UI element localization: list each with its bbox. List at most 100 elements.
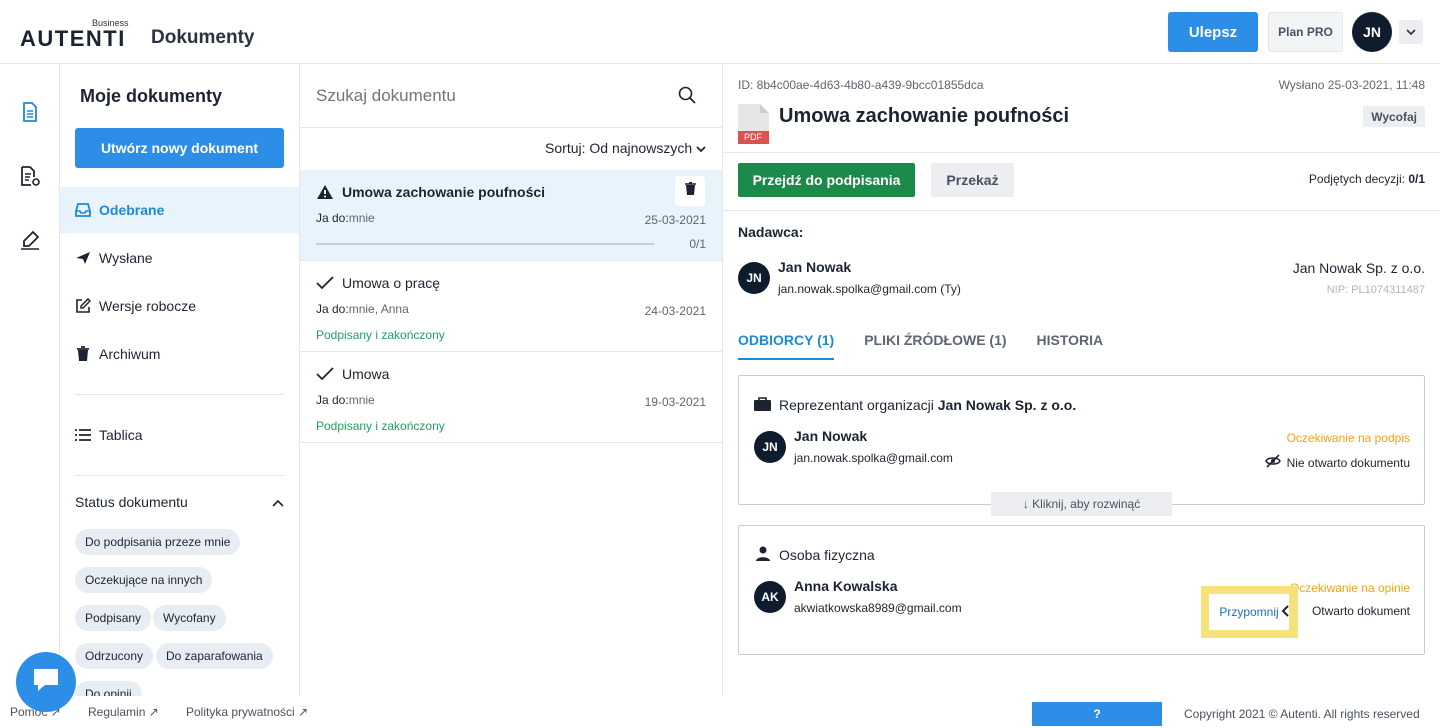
recipients: Ja do:mnie — [316, 393, 375, 407]
forward-button[interactable]: Przekaż — [931, 163, 1014, 197]
list-item[interactable]: Umowa zachowanie poufności Ja do:mnie 25… — [300, 170, 722, 261]
documents-icon[interactable] — [18, 100, 42, 124]
status-chip[interactable]: Do zaparafowania — [156, 643, 273, 669]
plan-button[interactable]: Plan PRO — [1268, 12, 1343, 52]
signature-icon[interactable] — [18, 228, 42, 252]
top-bar: Business AUTENTI Dokumenty Ulepsz Plan P… — [0, 0, 1440, 64]
remind-button[interactable]: Przypomnij — [1209, 594, 1289, 630]
sidebar-item-label: Wysłane — [99, 250, 153, 266]
chat-button[interactable] — [16, 652, 76, 712]
status-chip[interactable]: Wycofany — [153, 605, 226, 631]
search-bar — [300, 64, 723, 128]
expand-button[interactable]: ↓ Kliknij, aby rozwinąć — [991, 492, 1172, 516]
document-date: 19-03-2021 — [644, 395, 706, 409]
status-section-header[interactable]: Status dokumentu — [75, 494, 284, 510]
status-chip[interactable]: Oczekujące na innych — [75, 567, 213, 593]
recipient-card-organization: Reprezentant organizacji Jan Nowak Sp. z… — [738, 375, 1425, 505]
trash-icon — [684, 181, 696, 200]
copyright: Copyright 2021 © Autenti. All rights res… — [1184, 707, 1420, 721]
delete-button[interactable] — [675, 176, 705, 206]
tab-odbiorcy[interactable]: ODBIORCY (1) — [738, 332, 835, 360]
divider — [75, 394, 284, 395]
search-input[interactable] — [316, 80, 666, 112]
avatar: AK — [754, 581, 786, 613]
document-open-state: Nie otwarto dokumentu — [1264, 454, 1410, 471]
templates-icon[interactable] — [18, 164, 42, 188]
to-label: Ja do: — [316, 211, 349, 225]
sent-date: Wysłano 25-03-2021, 11:48 — [1278, 78, 1425, 92]
footer-link-terms[interactable]: Regulamin ↗ — [88, 705, 159, 719]
brand-wordmark: AUTENTI — [20, 26, 126, 51]
decisions-label: Podjętych decyzji: — [1308, 172, 1409, 186]
sidebar-item-label: Wersje robocze — [99, 298, 197, 314]
recipient-email: akwiatkowska8989@gmail.com — [794, 601, 962, 615]
document-list-panel: Sortuj: Od najnowszych Umowa zachowanie … — [300, 64, 723, 696]
search-icon[interactable] — [678, 86, 696, 109]
help-button[interactable]: ? — [1032, 702, 1162, 726]
open-state-text: Nie otwarto dokumentu — [1286, 455, 1410, 470]
sidebar-item-wersje-robocze[interactable]: Wersje robocze — [60, 283, 299, 329]
eye-off-icon — [1264, 454, 1281, 471]
recipients: Ja do:mnie, Anna — [316, 302, 409, 316]
avatar: JN — [738, 262, 770, 294]
inbox-icon — [75, 202, 91, 218]
footer-link-privacy[interactable]: Polityka prywatności ↗ — [186, 705, 308, 719]
sender-label: Nadawca: — [738, 224, 804, 240]
decisions-value: 0/1 — [1408, 172, 1425, 186]
sidebar-item-odebrane[interactable]: Odebrane — [60, 187, 299, 233]
tab-historia[interactable]: HISTORIA — [1037, 332, 1104, 360]
user-avatar[interactable]: JN — [1352, 12, 1392, 52]
status-chip[interactable]: Odrzucony — [75, 643, 154, 669]
divider — [723, 152, 1440, 153]
progress-bar — [316, 243, 654, 245]
document-status: Podpisany i zakończony — [316, 328, 445, 342]
divider — [75, 475, 284, 476]
sender-name: Jan Nowak — [778, 259, 852, 275]
go-to-sign-button[interactable]: Przejdź do podpisania — [738, 163, 915, 197]
list-item[interactable]: Umowa Ja do:mnie 19-03-2021 Podpisany i … — [300, 352, 722, 443]
org-card-org: Jan Nowak Sp. z o.o. — [937, 397, 1077, 413]
divider — [723, 210, 1440, 211]
to-value: mnie — [348, 211, 375, 225]
footer-link-label: Regulamin — [88, 705, 146, 719]
document-status: Podpisany i zakończony — [316, 419, 445, 433]
status-chip[interactable]: Do opinii — [75, 681, 142, 696]
decisions-count: Podjętych decyzji: 0/1 — [1309, 172, 1425, 186]
recipient-name: Jan Nowak — [794, 428, 868, 444]
detail-tabs: ODBIORCY (1) PLIKI ŹRÓDŁOWE (1) HISTORIA — [738, 332, 1103, 360]
person-icon — [756, 546, 770, 566]
revoke-button[interactable]: Wycofaj — [1363, 106, 1425, 127]
trash-icon — [75, 346, 91, 362]
sidebar-item-tablica[interactable]: Tablica — [60, 412, 299, 458]
sidebar-item-wyslane[interactable]: Wysłane — [60, 235, 299, 281]
check-icon — [316, 367, 334, 386]
status-chip[interactable]: Do podpisania przeze mnie — [75, 529, 241, 555]
recipient-status: Oczekiwanie na podpis — [1286, 431, 1410, 445]
chat-icon — [31, 666, 61, 699]
recipients: Ja do:mnie — [316, 211, 375, 225]
upgrade-button[interactable]: Ulepsz — [1168, 12, 1258, 52]
chevron-up-icon[interactable] — [272, 494, 284, 510]
edit-icon — [75, 298, 91, 314]
avatar: JN — [754, 431, 786, 463]
external-link-icon: ↗ — [298, 705, 309, 719]
sidebar-item-archiwum[interactable]: Archiwum — [60, 331, 299, 377]
list-item[interactable]: Umowa o pracę Ja do:mnie, Anna 24-03-202… — [300, 261, 722, 352]
sender-email: jan.nowak.spolka@gmail.com (Ty) — [778, 282, 961, 296]
sidebar-title: Moje dokumenty — [80, 86, 223, 106]
status-chip[interactable]: Podpisany — [75, 605, 152, 631]
status-title: Status dokumentu — [75, 494, 188, 510]
org-card-prefix: Reprezentant organizacji — [779, 397, 938, 413]
external-link-icon: ↗ — [148, 705, 159, 719]
chevron-down-icon[interactable] — [1399, 20, 1423, 44]
footer: Pomoc ↗ Regulamin ↗ Polityka prywatności… — [0, 696, 1440, 728]
tab-pliki-zrodlowe[interactable]: PLIKI ŹRÓDŁOWE (1) — [864, 332, 1006, 360]
app-title: Dokumenty — [151, 27, 255, 48]
briefcase-icon — [754, 397, 771, 416]
sort-dropdown[interactable]: Sortuj: Od najnowszych — [545, 140, 706, 156]
document-title: Umowa zachowanie poufności — [342, 184, 546, 200]
create-document-button[interactable]: Utwórz nowy dokument — [75, 128, 284, 168]
org-card-title: Reprezentant organizacji Jan Nowak Sp. z… — [779, 397, 1076, 413]
sidebar-item-label: Archiwum — [99, 346, 161, 362]
recipient-status: Oczekiwanie na opinie — [1289, 581, 1410, 595]
